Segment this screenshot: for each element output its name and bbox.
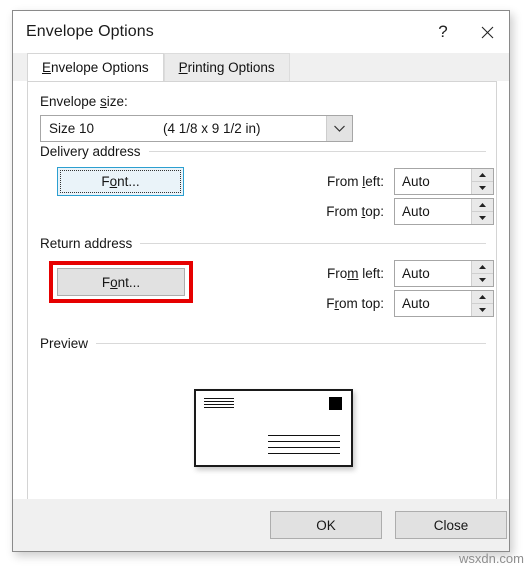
preview-group-label: Preview bbox=[40, 336, 89, 351]
delivery-address-group-label: Delivery address bbox=[40, 144, 141, 159]
delivery-from-top-label: From top: bbox=[326, 204, 384, 219]
group-divider bbox=[96, 343, 486, 344]
input-value: Auto bbox=[402, 296, 430, 311]
address-line bbox=[268, 453, 340, 454]
title-bar-buttons: ? bbox=[421, 11, 509, 53]
tab-printing-options[interactable]: Printing Options bbox=[163, 53, 290, 81]
return-from-left-input[interactable]: Auto bbox=[394, 260, 494, 287]
spinner-down-icon[interactable] bbox=[472, 182, 493, 194]
spinner-up-icon[interactable] bbox=[472, 169, 493, 182]
button-label: Font... bbox=[101, 274, 141, 290]
spinner-buttons bbox=[471, 261, 493, 286]
page-title: Envelope Options bbox=[26, 23, 154, 40]
watermark: wsxdn.com bbox=[458, 551, 524, 566]
help-button[interactable]: ? bbox=[421, 11, 465, 53]
envelope-preview bbox=[194, 389, 353, 467]
input-value: Auto bbox=[402, 266, 430, 281]
envelope-options-dialog: Envelope Options ? Envelope Options Prin… bbox=[12, 10, 510, 552]
spinner-buttons bbox=[471, 169, 493, 194]
spinner-down-icon[interactable] bbox=[472, 212, 493, 224]
delivery-from-top-input[interactable]: Auto bbox=[394, 198, 494, 225]
preview-delivery-address-lines bbox=[268, 435, 340, 459]
tab-label: Envelope Options bbox=[42, 60, 149, 75]
return-from-top-input[interactable]: Auto bbox=[394, 290, 494, 317]
delivery-from-left-label: From left: bbox=[326, 174, 384, 189]
delivery-address-group-header: Delivery address bbox=[40, 144, 486, 159]
spinner-down-icon[interactable] bbox=[472, 304, 493, 316]
tab-label: Printing Options bbox=[178, 60, 275, 75]
address-line bbox=[268, 435, 340, 436]
chevron-down-icon[interactable] bbox=[326, 116, 352, 141]
question-mark-icon: ? bbox=[438, 22, 448, 41]
group-divider bbox=[148, 151, 486, 152]
address-line bbox=[204, 407, 234, 408]
ok-button[interactable]: OK bbox=[270, 511, 382, 539]
envelope-options-panel: Envelope size: Size 10 (4 1/8 x 9 1/2 in… bbox=[27, 81, 497, 501]
return-from-left-label: From left: bbox=[326, 266, 384, 281]
spinner-buttons bbox=[471, 199, 493, 224]
return-from-top-label: From top: bbox=[326, 296, 384, 311]
return-address-font-button[interactable]: Font... bbox=[57, 268, 185, 296]
tab-strip: Envelope Options Printing Options bbox=[13, 53, 509, 81]
spinner-down-icon[interactable] bbox=[472, 274, 493, 286]
spinner-up-icon[interactable] bbox=[472, 261, 493, 274]
address-line bbox=[204, 404, 234, 405]
return-address-group-label: Return address bbox=[40, 236, 133, 251]
close-icon bbox=[481, 26, 494, 39]
envelope-size-label: Envelope size: bbox=[40, 94, 128, 109]
return-address-group-header: Return address bbox=[40, 236, 486, 251]
input-value: Auto bbox=[402, 174, 430, 189]
tab-envelope-options[interactable]: Envelope Options bbox=[27, 53, 164, 81]
input-value: Auto bbox=[402, 204, 430, 219]
preview-group-header: Preview bbox=[40, 336, 486, 351]
title-bar: Envelope Options ? bbox=[13, 11, 509, 53]
close-dialog-button[interactable]: Close bbox=[395, 511, 507, 539]
address-line bbox=[268, 447, 340, 448]
envelope-size-dimensions: (4 1/8 x 9 1/2 in) bbox=[163, 121, 261, 136]
delivery-address-font-button[interactable]: Font... bbox=[57, 167, 184, 196]
spinner-buttons bbox=[471, 291, 493, 316]
spinner-up-icon[interactable] bbox=[472, 199, 493, 212]
envelope-size-value: Size 10 bbox=[49, 121, 95, 136]
button-label: Font... bbox=[101, 174, 140, 189]
address-line bbox=[204, 401, 234, 402]
address-line bbox=[204, 398, 234, 399]
dialog-footer: OK Close bbox=[13, 499, 509, 551]
delivery-from-left-input[interactable]: Auto bbox=[394, 168, 494, 195]
group-divider bbox=[140, 243, 486, 244]
spinner-up-icon[interactable] bbox=[472, 291, 493, 304]
close-button[interactable] bbox=[465, 11, 509, 53]
address-line bbox=[268, 441, 340, 442]
stamp-icon bbox=[329, 397, 342, 410]
preview-return-address-lines bbox=[204, 398, 234, 410]
envelope-size-dropdown[interactable]: Size 10 (4 1/8 x 9 1/2 in) bbox=[40, 115, 353, 142]
